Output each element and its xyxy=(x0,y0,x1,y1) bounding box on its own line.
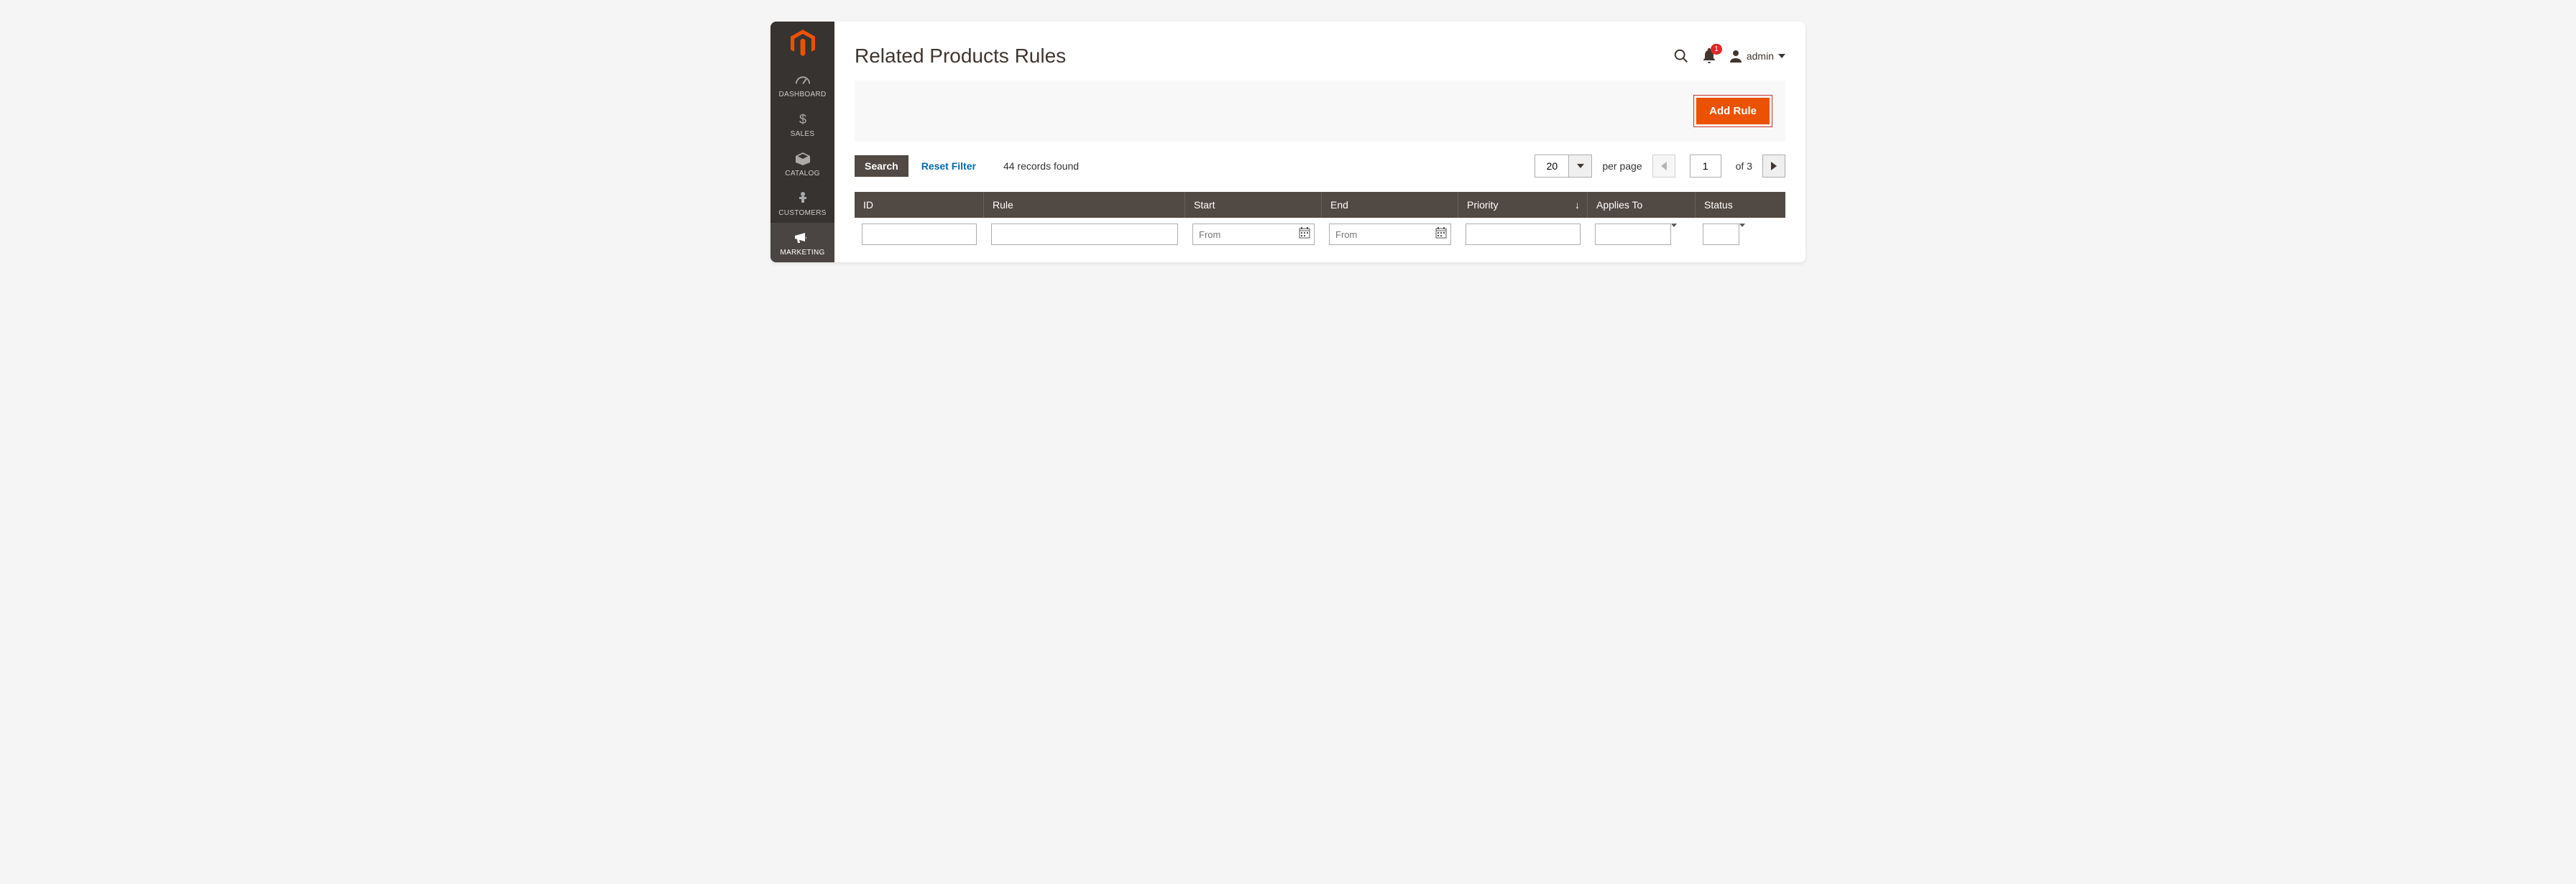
col-start[interactable]: Start xyxy=(1185,192,1322,218)
user-menu[interactable]: admin xyxy=(1729,50,1785,63)
calendar-icon[interactable] xyxy=(1299,227,1310,239)
person-icon xyxy=(773,190,832,206)
pager-next[interactable] xyxy=(1762,155,1785,178)
sidebar: DASHBOARD $ SALES CATALOG CUSTOMERS MARK… xyxy=(770,22,834,262)
filter-rule[interactable] xyxy=(991,224,1178,245)
grid-filter-row xyxy=(855,218,1785,251)
col-id[interactable]: ID xyxy=(855,192,984,218)
col-applies[interactable]: Applies To xyxy=(1588,192,1696,218)
notifications-icon[interactable]: 1 xyxy=(1702,48,1716,64)
page-size-input[interactable] xyxy=(1535,155,1569,178)
magento-logo[interactable] xyxy=(770,22,834,65)
box-icon xyxy=(773,151,832,167)
page-title: Related Products Rules xyxy=(855,45,1066,68)
chevron-down-icon[interactable] xyxy=(1739,224,1757,245)
page-size-caret[interactable] xyxy=(1569,155,1592,178)
user-icon xyxy=(1729,50,1742,63)
calendar-icon[interactable] xyxy=(1435,227,1447,239)
col-status[interactable]: Status xyxy=(1696,192,1764,218)
svg-text:$: $ xyxy=(799,112,806,126)
search-icon[interactable] xyxy=(1673,48,1689,64)
nav-label: MARKETING xyxy=(773,249,832,257)
filter-applies-select[interactable] xyxy=(1595,224,1688,245)
reset-filter-link[interactable]: Reset Filter xyxy=(921,160,976,172)
nav-customers[interactable]: CUSTOMERS xyxy=(770,183,834,223)
nav-sales[interactable]: $ SALES xyxy=(770,104,834,144)
chevron-right-icon xyxy=(1771,162,1777,170)
notification-badge: 1 xyxy=(1711,44,1722,55)
gauge-icon xyxy=(773,72,832,88)
add-rule-highlight: Add Rule xyxy=(1693,95,1772,127)
filter-id[interactable] xyxy=(862,224,977,245)
nav-dashboard[interactable]: DASHBOARD xyxy=(770,65,834,104)
filter-status-select[interactable] xyxy=(1703,224,1757,245)
nav-marketing[interactable]: MARKETING xyxy=(770,223,834,262)
col-end[interactable]: End xyxy=(1322,192,1458,218)
nav-label: CUSTOMERS xyxy=(773,209,832,217)
grid-toolbar: Search Reset Filter 44 records found per… xyxy=(834,142,1806,185)
dollar-icon: $ xyxy=(773,111,832,127)
col-rule[interactable]: Rule xyxy=(984,192,1185,218)
nav-catalog[interactable]: CATALOG xyxy=(770,144,834,183)
page-size-select[interactable] xyxy=(1535,155,1592,178)
chevron-down-icon[interactable] xyxy=(1671,224,1688,245)
chevron-left-icon xyxy=(1661,162,1667,170)
add-rule-button[interactable]: Add Rule xyxy=(1696,98,1770,124)
action-bar: Add Rule xyxy=(855,80,1785,142)
filter-status-value[interactable] xyxy=(1703,224,1739,245)
filter-start-from[interactable] xyxy=(1192,224,1315,245)
records-found: 44 records found xyxy=(1003,160,1079,172)
header-actions: 1 admin xyxy=(1673,48,1785,64)
grid-header: ID Rule Start End Priority↓ Applies To S… xyxy=(855,192,1785,218)
col-priority[interactable]: Priority↓ xyxy=(1458,192,1588,218)
filter-applies-value[interactable] xyxy=(1595,224,1671,245)
nav-label: DASHBOARD xyxy=(773,91,832,98)
chevron-down-icon xyxy=(1778,54,1785,58)
per-page-label: per page xyxy=(1602,160,1642,172)
nav-label: SALES xyxy=(773,130,832,138)
page-header: Related Products Rules 1 admin xyxy=(834,22,1806,80)
page-total: of 3 xyxy=(1736,160,1752,172)
toolbar-right: per page of 3 xyxy=(1535,155,1785,178)
app-frame: DASHBOARD $ SALES CATALOG CUSTOMERS MARK… xyxy=(770,22,1806,262)
user-name: admin xyxy=(1747,50,1774,62)
pager-prev[interactable] xyxy=(1652,155,1675,178)
filter-priority[interactable] xyxy=(1466,224,1581,245)
filter-end-from[interactable] xyxy=(1329,224,1451,245)
nav-label: CATALOG xyxy=(773,170,832,178)
megaphone-icon xyxy=(773,230,832,246)
sort-desc-icon: ↓ xyxy=(1575,199,1580,211)
search-button[interactable]: Search xyxy=(855,155,908,177)
main-content: Related Products Rules 1 admin Add Rule xyxy=(834,22,1806,262)
page-input[interactable] xyxy=(1690,155,1721,178)
toolbar-left: Search Reset Filter 44 records found xyxy=(855,155,1079,177)
